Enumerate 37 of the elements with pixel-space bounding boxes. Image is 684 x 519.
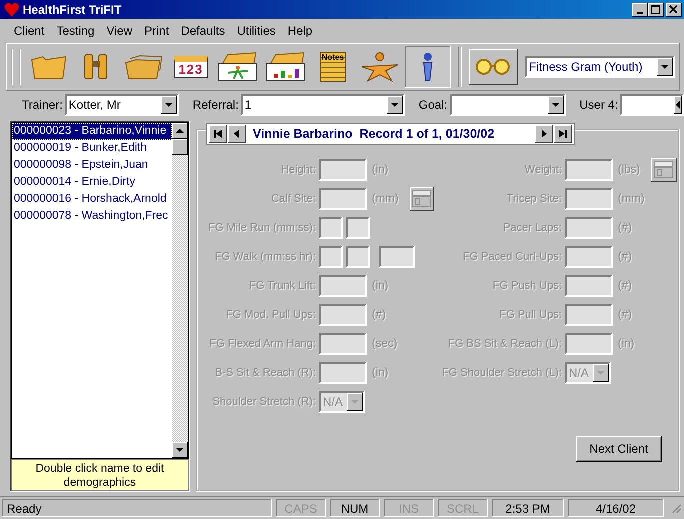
client-list-item[interactable]: 000000023 - Barbarino,Vinnie [12,123,172,140]
menu-item[interactable]: Help [288,24,313,38]
dropdown[interactable]: Kotter, Mr [64,94,179,116]
status-panel: Ready [2,499,272,517]
hint-text: Double click name to edit demographics [11,459,189,491]
client-list-item[interactable]: 000000098 - Epstein,Juan [12,157,172,174]
client-list-item[interactable]: 000000014 - Ernie,Dirty [12,174,172,191]
menu-item[interactable]: Testing [56,24,95,38]
filter-label: Trainer: [22,98,63,112]
unit-label: (#) [372,309,386,321]
unit-label: (#) [618,280,632,292]
notes-icon: Notes [320,52,346,82]
toolbar-button[interactable]: Notes [310,46,356,88]
next-client-button[interactable]: Next Client [576,436,662,462]
menu-item[interactable]: Utilities [237,24,276,38]
window-title: HealthFirst TriFIT [23,2,123,16]
client-list-item[interactable]: 000000078 - Washington,Frec [12,208,172,225]
status-panel: 4/16/02 [568,499,664,517]
unit-label: (#) [618,251,632,263]
dropdown[interactable]: 1 [240,94,405,116]
unit-label: (#) [618,309,632,321]
client-list-item[interactable]: 000000019 - Bunker,Edith [12,140,172,157]
menu-item[interactable]: Client [14,24,45,38]
unit-label: (#) [618,222,632,234]
number-card-icon: 123 [174,56,208,78]
test-selector[interactable]: Fitness Gram (Youth) [525,56,675,78]
filter-label: Referral: [192,98,239,112]
filter-label: User 4: [580,98,618,112]
client-list-item[interactable]: 000000016 - Horshack,Arnold [12,191,172,208]
filter-label: Goal: [418,98,448,112]
status-panel: 2:53 PM [492,499,564,517]
toolbar-button[interactable]: 123 [168,46,214,88]
menu-item[interactable]: View [106,24,133,38]
status-panel: NUM [330,499,380,517]
record-title: Vinnie Barbarino Record 1 of 1, 01/30/02 [252,127,496,141]
menu-item[interactable]: Print [144,24,170,38]
menu-item[interactable]: Defaults [181,24,226,38]
